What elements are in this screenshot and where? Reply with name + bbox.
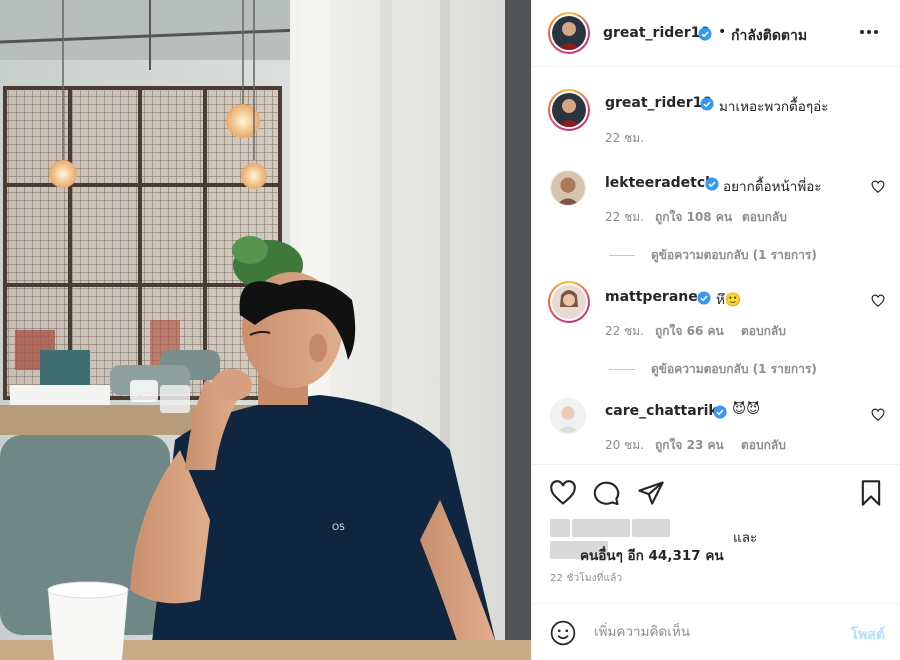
comment-likes[interactable]: ถูกใจ 66 คน bbox=[655, 322, 724, 341]
reply-button[interactable]: ตอบกลับ bbox=[742, 208, 787, 227]
caption-text: มาเหอะพวกตื้อๆอ่ะ bbox=[719, 99, 829, 115]
author-avatar[interactable] bbox=[548, 12, 590, 54]
post-details-panel: great_rider10 • กำลังติดตาม great_rider1… bbox=[531, 0, 900, 660]
save-bookmark-icon[interactable] bbox=[857, 479, 885, 507]
likes-and-text: และ bbox=[733, 530, 758, 546]
comment-time: 20 ชม. bbox=[605, 438, 644, 452]
share-paper-plane-icon[interactable] bbox=[637, 479, 665, 507]
caption-time: 22 ชม. bbox=[605, 131, 644, 145]
replies-divider bbox=[609, 255, 635, 256]
replies-divider bbox=[609, 369, 635, 370]
post-header: great_rider10 • กำลังติดตาม bbox=[532, 0, 900, 67]
post-comment-button[interactable]: โพสต์ bbox=[851, 624, 885, 646]
post-action-bar bbox=[532, 464, 900, 524]
comment-time: 22 ชม. bbox=[605, 324, 644, 338]
comment-like-heart-icon[interactable] bbox=[871, 408, 885, 422]
reply-button[interactable]: ตอบกลับ bbox=[741, 322, 786, 341]
author-username[interactable]: great_rider10 bbox=[603, 25, 710, 41]
comment-like-heart-icon[interactable] bbox=[871, 294, 885, 308]
more-options-icon[interactable] bbox=[859, 22, 879, 42]
emoji-smiley-icon[interactable] bbox=[550, 620, 576, 646]
commenter-avatar[interactable] bbox=[548, 281, 590, 323]
caption-username[interactable]: great_rider10 bbox=[605, 95, 712, 111]
liked-by-names-redacted bbox=[550, 519, 730, 559]
comment-username[interactable]: lekteeradetch bbox=[605, 175, 715, 191]
comment-like-heart-icon[interactable] bbox=[871, 180, 885, 194]
comment-time: 22 ชม. bbox=[605, 210, 644, 224]
comment-bubble-icon[interactable] bbox=[593, 479, 621, 507]
post-time-ago[interactable]: 22 ชั่วโมงที่แล้ว bbox=[550, 571, 622, 586]
commenter-avatar[interactable] bbox=[550, 170, 586, 206]
reply-button[interactable]: ตอบกลับ bbox=[741, 436, 786, 455]
post-image: OS bbox=[0, 0, 531, 660]
avatar-image bbox=[552, 285, 586, 319]
avatar-image bbox=[551, 171, 585, 205]
avatar-image bbox=[552, 16, 586, 50]
comment-likes[interactable]: ถูกใจ 108 คน bbox=[655, 208, 732, 227]
comment-text: หึ🙂 bbox=[716, 292, 742, 308]
caption-avatar[interactable] bbox=[548, 89, 590, 131]
comment-text: อยากตื้อหน้าพี่อะ bbox=[723, 179, 822, 195]
view-replies-button[interactable]: ดูข้อความตอบกลับ (1 รายการ) bbox=[609, 360, 817, 379]
avatar-image bbox=[552, 93, 586, 127]
following-button[interactable]: กำลังติดตาม bbox=[731, 25, 807, 47]
like-heart-icon[interactable] bbox=[549, 479, 577, 507]
verified-icon bbox=[698, 27, 712, 41]
likes-count[interactable]: คนอื่นๆ อีก 44,317 คน bbox=[580, 544, 724, 566]
comment-username[interactable]: mattperanee bbox=[605, 289, 707, 305]
comment-username[interactable]: care_chattarika bbox=[605, 403, 727, 419]
comment-likes[interactable]: ถูกใจ 23 คน bbox=[655, 436, 724, 455]
comment-text: 😈😈 bbox=[732, 401, 761, 417]
verified-icon bbox=[697, 291, 711, 305]
avatar-image bbox=[551, 399, 585, 433]
verified-icon bbox=[705, 177, 719, 191]
svg-text:OS: OS bbox=[332, 523, 345, 533]
post-photo[interactable]: OS bbox=[0, 0, 531, 660]
separator-dot: • bbox=[718, 24, 727, 40]
view-replies-button[interactable]: ดูข้อความตอบกลับ (1 รายการ) bbox=[609, 246, 817, 265]
verified-icon bbox=[713, 405, 727, 419]
commenter-avatar[interactable] bbox=[550, 398, 586, 434]
add-comment-bar: โพสต์ bbox=[532, 603, 900, 660]
verified-icon bbox=[700, 97, 714, 111]
comment-input[interactable] bbox=[594, 620, 824, 644]
